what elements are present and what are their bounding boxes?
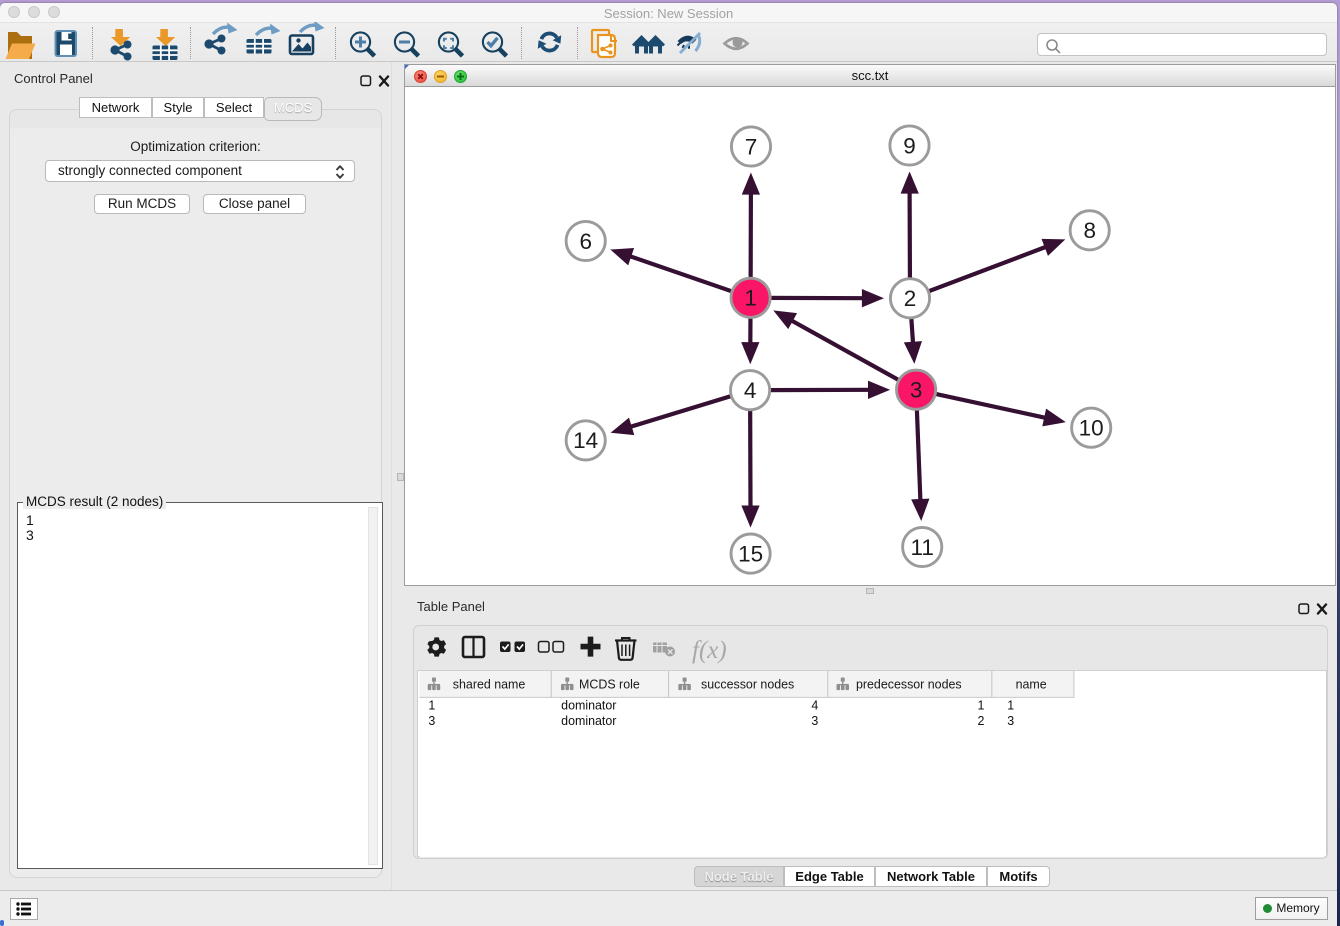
svg-text:4: 4 [811, 698, 818, 712]
svg-text:1: 1 [977, 698, 984, 712]
svg-text:MCDS role: MCDS role [579, 677, 640, 691]
svg-text:2: 2 [977, 714, 984, 728]
svg-text:11: 11 [911, 535, 934, 560]
svg-text:7: 7 [745, 134, 758, 159]
svg-text:15: 15 [738, 541, 763, 566]
svg-text:6: 6 [579, 229, 592, 254]
svg-text:shared name: shared name [453, 677, 526, 691]
svg-text:3: 3 [428, 714, 435, 728]
svg-text:1: 1 [428, 698, 435, 712]
svg-text:3: 3 [1007, 714, 1014, 728]
svg-text:8: 8 [1083, 218, 1096, 243]
svg-text:predecessor nodes: predecessor nodes [856, 677, 962, 691]
svg-text:successor nodes: successor nodes [701, 677, 794, 691]
svg-text:f(x): f(x) [692, 637, 727, 664]
svg-text:4: 4 [744, 378, 757, 403]
svg-text:2: 2 [904, 286, 917, 311]
svg-text:10: 10 [1079, 416, 1104, 441]
svg-text:1: 1 [1007, 698, 1014, 712]
svg-text:9: 9 [903, 133, 916, 158]
svg-text:name: name [1016, 677, 1047, 691]
svg-text:14: 14 [573, 428, 598, 453]
svg-text:1: 1 [744, 286, 757, 311]
svg-text:dominator: dominator [561, 698, 616, 712]
svg-text:3: 3 [910, 378, 923, 403]
svg-text:dominator: dominator [561, 714, 616, 728]
svg-text:3: 3 [811, 714, 818, 728]
